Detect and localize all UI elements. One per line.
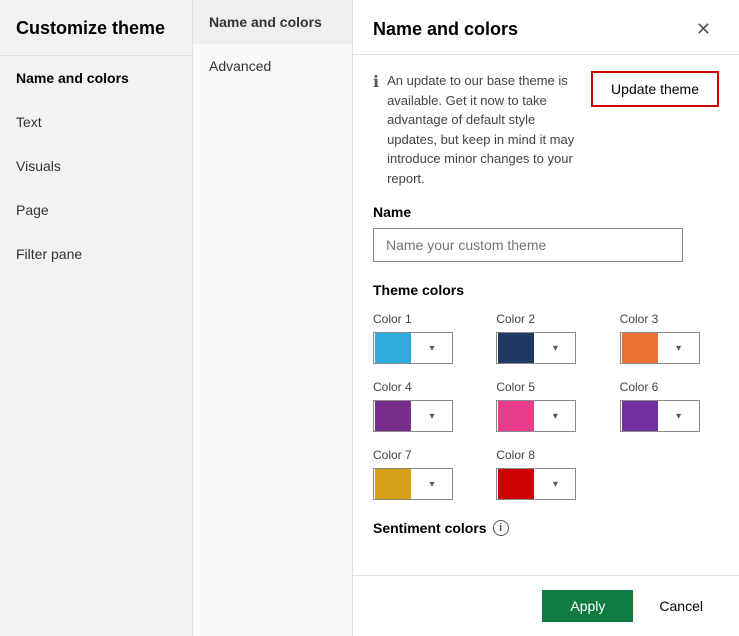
color2-swatch — [498, 333, 534, 363]
left-sidebar: Customize theme Name and colors Text Vis… — [0, 0, 193, 636]
color3-label: Color 3 — [620, 312, 719, 326]
color2-label: Color 2 — [496, 312, 595, 326]
sentiment-info-icon[interactable]: i — [493, 520, 509, 536]
color6-chevron-icon: ▾ — [659, 411, 699, 422]
color8-chevron-icon: ▾ — [535, 479, 575, 490]
update-theme-button[interactable]: Update theme — [591, 71, 719, 107]
color4-swatch — [375, 401, 411, 431]
color6-label: Color 6 — [620, 380, 719, 394]
color1-swatch — [375, 333, 411, 363]
main-body: ℹ An update to our base theme is availab… — [353, 55, 739, 575]
color8-picker[interactable]: ▾ — [496, 468, 576, 500]
color-item-5: Color 5 ▾ — [496, 380, 595, 432]
color-item-2: Color 2 ▾ — [496, 312, 595, 364]
color2-chevron-icon: ▾ — [535, 343, 575, 354]
color-item-3: Color 3 ▾ — [620, 312, 719, 364]
main-header: Name and colors ✕ — [353, 0, 739, 55]
theme-name-input[interactable] — [373, 228, 683, 262]
color4-picker[interactable]: ▾ — [373, 400, 453, 432]
sidebar-title: Customize theme — [0, 0, 192, 56]
cancel-button[interactable]: Cancel — [643, 590, 719, 622]
tab-name-and-colors[interactable]: Name and colors — [193, 0, 352, 44]
color7-swatch — [375, 469, 411, 499]
color3-picker[interactable]: ▾ — [620, 332, 700, 364]
color1-picker[interactable]: ▾ — [373, 332, 453, 364]
close-button[interactable]: ✕ — [688, 16, 719, 42]
sidebar-item-filter-pane[interactable]: Filter pane — [0, 232, 192, 276]
color7-picker[interactable]: ▾ — [373, 468, 453, 500]
color5-label: Color 5 — [496, 380, 595, 394]
main-title: Name and colors — [373, 19, 518, 40]
color8-label: Color 8 — [496, 448, 595, 462]
color6-swatch — [622, 401, 658, 431]
color8-swatch — [498, 469, 534, 499]
main-footer: Apply Cancel — [353, 575, 739, 636]
color1-label: Color 1 — [373, 312, 472, 326]
colors-grid: Color 1 ▾ Color 2 ▾ Color 3 ▾ — [373, 312, 719, 500]
color7-chevron-icon: ▾ — [412, 479, 452, 490]
apply-button[interactable]: Apply — [542, 590, 633, 622]
main-panel: Name and colors ✕ ℹ An update to our bas… — [353, 0, 739, 636]
sidebar-item-text[interactable]: Text — [0, 100, 192, 144]
color-item-6: Color 6 ▾ — [620, 380, 719, 432]
color6-picker[interactable]: ▾ — [620, 400, 700, 432]
color5-chevron-icon: ▾ — [535, 411, 575, 422]
color4-chevron-icon: ▾ — [412, 411, 452, 422]
middle-tabs: Name and colors Advanced — [193, 0, 353, 636]
info-icon: ℹ — [373, 72, 379, 92]
color5-picker[interactable]: ▾ — [496, 400, 576, 432]
color3-swatch — [622, 333, 658, 363]
color-item-8: Color 8 ▾ — [496, 448, 595, 500]
sidebar-item-visuals[interactable]: Visuals — [0, 144, 192, 188]
color3-chevron-icon: ▾ — [659, 343, 699, 354]
theme-colors-label: Theme colors — [373, 282, 719, 298]
info-text: An update to our base theme is available… — [387, 71, 583, 188]
color1-chevron-icon: ▾ — [412, 343, 452, 354]
color-item-1: Color 1 ▾ — [373, 312, 472, 364]
name-label: Name — [373, 204, 719, 220]
sidebar-item-name-and-colors[interactable]: Name and colors — [0, 56, 192, 100]
color5-swatch — [498, 401, 534, 431]
color7-label: Color 7 — [373, 448, 472, 462]
color2-picker[interactable]: ▾ — [496, 332, 576, 364]
sentiment-colors-section: Sentiment colors i — [373, 520, 719, 536]
info-banner: ℹ An update to our base theme is availab… — [373, 71, 719, 188]
color-item-7: Color 7 ▾ — [373, 448, 472, 500]
color-item-4: Color 4 ▾ — [373, 380, 472, 432]
color4-label: Color 4 — [373, 380, 472, 394]
sidebar-item-page[interactable]: Page — [0, 188, 192, 232]
sentiment-colors-label: Sentiment colors — [373, 520, 487, 536]
tab-advanced[interactable]: Advanced — [193, 44, 352, 88]
